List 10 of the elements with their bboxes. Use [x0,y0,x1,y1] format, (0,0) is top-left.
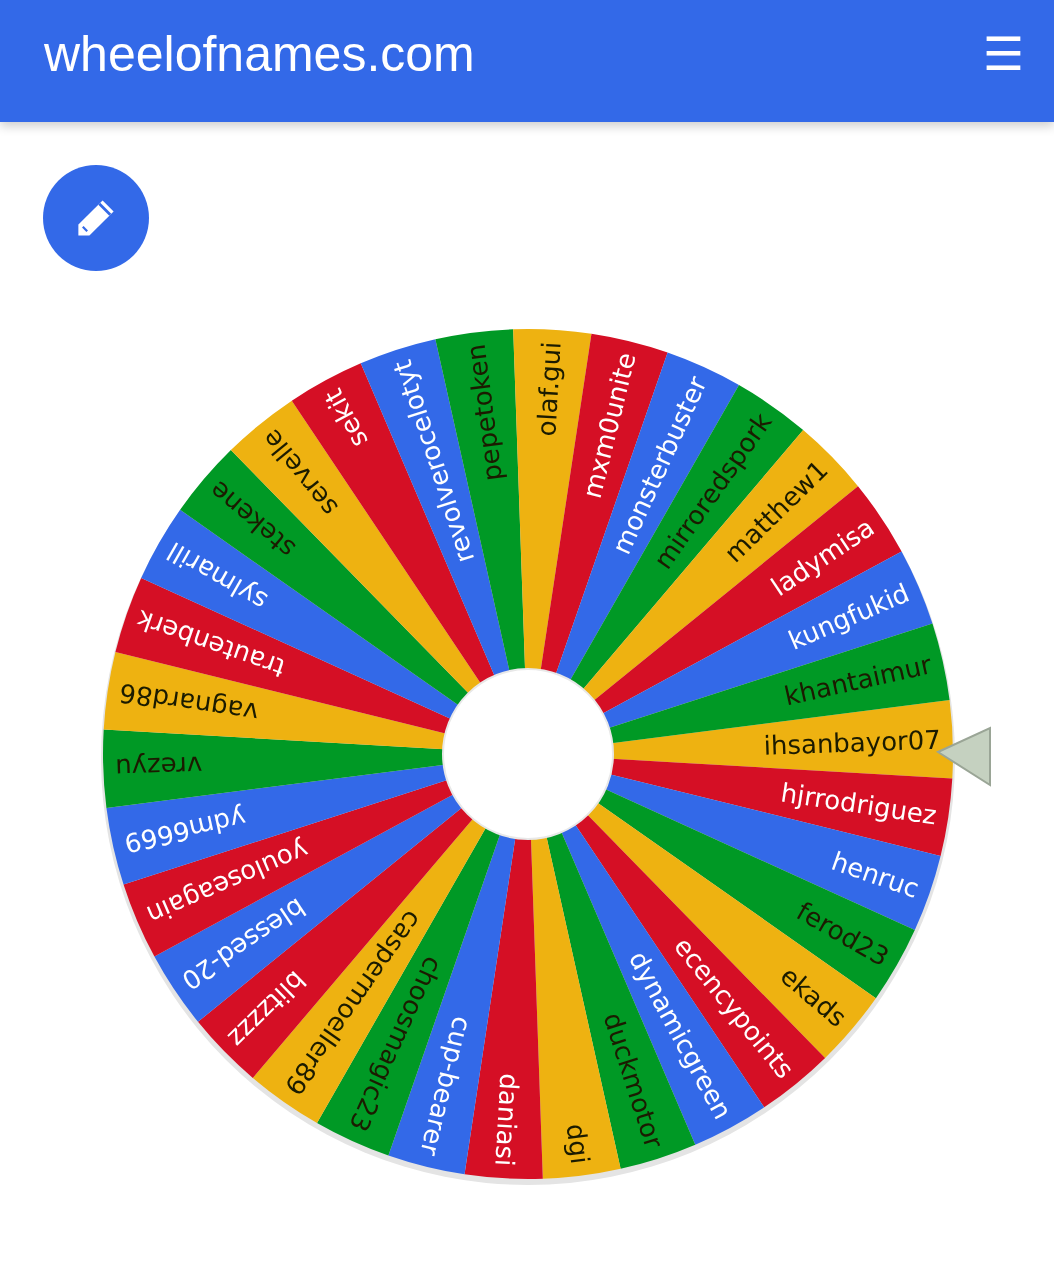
site-title[interactable]: wheelofnames.com [44,25,475,83]
wheel-name: olaf.gui [531,340,567,438]
wheel-name: ihsanbayor07 [763,724,942,761]
wheel-name: dgi [560,1121,596,1166]
wheel-name: vagnard86 [117,677,261,729]
wheel-name: vrezyu [114,750,203,784]
wheel-name: hjrrodriguez [778,777,939,831]
wheel-name: daniasi [489,1072,525,1168]
menu-button[interactable]: ☰ [982,31,1024,77]
wheel-hub[interactable] [442,668,614,840]
